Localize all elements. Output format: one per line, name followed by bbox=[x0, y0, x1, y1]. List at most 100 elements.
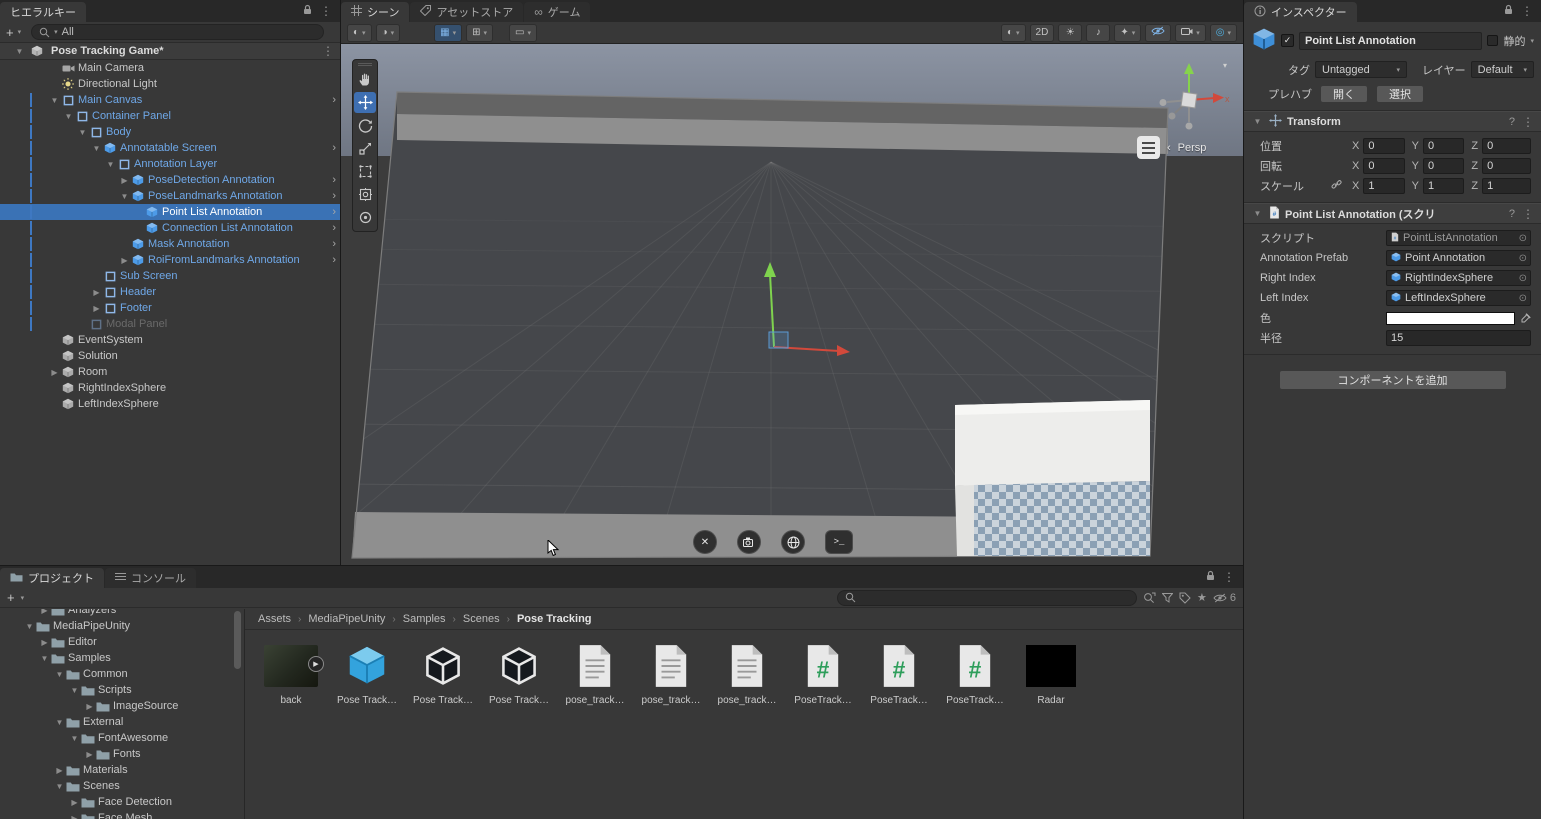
lock-icon[interactable] bbox=[1504, 4, 1513, 18]
script-component-header[interactable]: ▼ # Point List Annotation (スクリ ? ⋮ bbox=[1244, 203, 1541, 224]
scale-y-field[interactable]: 1 bbox=[1423, 178, 1465, 194]
hierarchy-item[interactable]: ▼ PoseLandmarks Annotation › bbox=[0, 188, 340, 204]
search-filter-dropdown-icon[interactable]: ▾ bbox=[54, 28, 58, 36]
expand-arrow-icon[interactable]: ▼ bbox=[53, 670, 66, 679]
hierarchy-item[interactable]: ▼ Annotation Layer bbox=[0, 156, 340, 172]
hierarchy-item[interactable]: Mask Annotation › bbox=[0, 236, 340, 252]
rect-tool-button[interactable] bbox=[354, 161, 376, 182]
project-folder-item[interactable]: ▶ Face Mesh bbox=[0, 810, 244, 819]
position-y-field[interactable]: 0 bbox=[1423, 138, 1465, 154]
hierarchy-item[interactable]: LeftIndexSphere bbox=[0, 396, 340, 412]
project-folder-item[interactable]: ▼ Scenes bbox=[0, 778, 244, 794]
expand-arrow-icon[interactable]: ▼ bbox=[53, 718, 66, 727]
projection-chevron-icon[interactable]: ‹ bbox=[1167, 142, 1171, 154]
prefab-select-button[interactable]: 選択 bbox=[1376, 85, 1424, 103]
lock-icon[interactable] bbox=[303, 4, 312, 18]
position-z-field[interactable]: 0 bbox=[1482, 138, 1532, 154]
breadcrumb-item[interactable]: Assets bbox=[258, 613, 291, 625]
active-checkbox[interactable]: ✓ bbox=[1281, 34, 1294, 47]
constrain-proportions-link-icon[interactable] bbox=[1331, 179, 1342, 193]
prefab-open-button[interactable]: 開く bbox=[1320, 85, 1368, 103]
projection-mode-label[interactable]: Persp bbox=[1178, 142, 1207, 154]
static-checkbox[interactable] bbox=[1487, 35, 1499, 46]
hierarchy-item[interactable]: ▼ Annotatable Screen › bbox=[0, 140, 340, 156]
transform-component-header[interactable]: ▼ Transform ? ⋮ bbox=[1244, 111, 1541, 132]
expand-arrow-icon[interactable]: ▼ bbox=[90, 144, 103, 153]
hierarchy-item[interactable]: Connection List Annotation › bbox=[0, 220, 340, 236]
project-folder-item[interactable]: ▶ Analyzers bbox=[0, 609, 244, 618]
create-asset-button[interactable]: + bbox=[7, 591, 15, 604]
hierarchy-item[interactable]: EventSystem bbox=[0, 332, 340, 348]
component-menu-icon[interactable]: ⋮ bbox=[1522, 116, 1534, 128]
breadcrumb-item[interactable]: Samples bbox=[403, 613, 446, 625]
hierarchy-item[interactable]: Sub Screen bbox=[0, 268, 340, 284]
breadcrumb-item[interactable]: Scenes bbox=[463, 613, 500, 625]
search-by-label-icon[interactable] bbox=[1179, 592, 1191, 604]
expand-arrow-icon[interactable]: ▶ bbox=[118, 256, 131, 265]
asset-item[interactable]: ▶ back bbox=[255, 642, 327, 706]
create-object-button[interactable]: + bbox=[6, 26, 14, 39]
project-folder-item[interactable]: ▶ Editor bbox=[0, 634, 244, 650]
object-picker-icon[interactable]: ⊙ bbox=[1519, 293, 1527, 304]
object-picker-icon[interactable]: ⊙ bbox=[1519, 273, 1527, 284]
hierarchy-item[interactable]: ▶ Header bbox=[0, 284, 340, 300]
layer-dropdown[interactable]: Default ▾ bbox=[1470, 61, 1534, 78]
panel-menu-icon[interactable]: ⋮ bbox=[320, 5, 332, 17]
view-tool-button[interactable] bbox=[354, 69, 376, 90]
tab-inspector[interactable]: インスペクター bbox=[1244, 2, 1357, 22]
panel-menu-icon[interactable]: ⋮ bbox=[1223, 571, 1235, 583]
project-folder-item[interactable]: ▶ Fonts bbox=[0, 746, 244, 762]
scene-viewport[interactable]: x ▾ ‹ Persp ✕ >_ bbox=[341, 44, 1243, 565]
tab-console[interactable]: コンソール bbox=[105, 568, 196, 588]
scene-header-row[interactable]: ▼ Pose Tracking Game* ⋮ bbox=[0, 43, 340, 60]
tab-scene[interactable]: シーン bbox=[341, 2, 410, 22]
hierarchy-item[interactable]: Main Camera bbox=[0, 60, 340, 76]
tree-scrollbar[interactable] bbox=[234, 611, 241, 669]
expand-arrow-icon[interactable]: ▼ bbox=[104, 160, 117, 169]
create-asset-dropdown-icon[interactable]: ▾ bbox=[21, 594, 25, 602]
tab-asset-store[interactable]: アセットストア bbox=[410, 2, 524, 22]
prefab-open-chevron-icon[interactable]: › bbox=[330, 238, 340, 250]
effects-visibility-dropdown[interactable]: ✦ ▾ bbox=[1114, 23, 1142, 42]
object-picker-icon[interactable]: ⊙ bbox=[1519, 233, 1527, 244]
expand-arrow-icon[interactable]: ▼ bbox=[23, 622, 36, 631]
lock-icon[interactable] bbox=[1206, 570, 1215, 584]
asset-item[interactable]: pose_track… bbox=[635, 642, 707, 706]
prefab-open-chevron-icon[interactable]: › bbox=[330, 174, 340, 186]
prefab-open-chevron-icon[interactable]: › bbox=[330, 222, 340, 234]
asset-item[interactable]: Pose Track… bbox=[407, 642, 479, 706]
color-field[interactable] bbox=[1386, 311, 1515, 325]
project-search-input[interactable] bbox=[837, 589, 1137, 606]
create-dropdown-icon[interactable]: ▾ bbox=[18, 28, 22, 36]
hierarchy-item[interactable]: ▼ Body bbox=[0, 124, 340, 140]
draw-mode-dropdown[interactable]: ◑ ▾ bbox=[375, 23, 401, 42]
hierarchy-item[interactable]: Directional Light bbox=[0, 76, 340, 92]
scene-effects-dropdown[interactable]: ◐ ▾ bbox=[1000, 23, 1026, 42]
hierarchy-item[interactable]: RightIndexSphere bbox=[0, 380, 340, 396]
asset-item[interactable]: # PoseTrack… bbox=[787, 642, 859, 706]
position-x-field[interactable]: 0 bbox=[1363, 138, 1405, 154]
object-name-field[interactable]: Point List Annotation bbox=[1299, 31, 1483, 50]
shading-mode-dropdown[interactable]: ◐ ▾ bbox=[347, 23, 372, 42]
overlay-menu-button[interactable] bbox=[1137, 136, 1160, 159]
eyedropper-icon[interactable] bbox=[1520, 312, 1531, 324]
expand-arrow-icon[interactable]: ▼ bbox=[38, 654, 51, 663]
expand-arrow-icon[interactable]: ▶ bbox=[118, 176, 131, 185]
project-folder-item[interactable]: ▶ Face Detection bbox=[0, 794, 244, 810]
project-folder-item[interactable]: ▶ Materials bbox=[0, 762, 244, 778]
favorites-icon[interactable]: ★ bbox=[1197, 591, 1207, 604]
expand-arrow-icon[interactable]: ▶ bbox=[83, 750, 96, 759]
project-folder-item[interactable]: ▼ External bbox=[0, 714, 244, 730]
asset-item[interactable]: # PoseTrack… bbox=[863, 642, 935, 706]
asset-item[interactable]: Radar bbox=[1015, 642, 1087, 706]
tab-hierarchy[interactable]: ヒエラルキー bbox=[0, 2, 86, 22]
component-menu-icon[interactable]: ⋮ bbox=[1522, 208, 1534, 220]
orientation-gizmo[interactable]: x ▾ bbox=[1147, 56, 1231, 143]
measure-tool-dropdown[interactable]: ▭ ▾ bbox=[509, 23, 537, 42]
project-folder-item[interactable]: ▼ MediaPipeUnity bbox=[0, 618, 244, 634]
asset-item[interactable]: pose_track… bbox=[559, 642, 631, 706]
expand-arrow-icon[interactable]: ▶ bbox=[38, 638, 51, 647]
snap-settings-dropdown[interactable]: ⊞ ▾ bbox=[466, 23, 493, 42]
hierarchy-item[interactable]: ▶ Footer bbox=[0, 300, 340, 316]
scale-tool-button[interactable] bbox=[354, 138, 376, 159]
